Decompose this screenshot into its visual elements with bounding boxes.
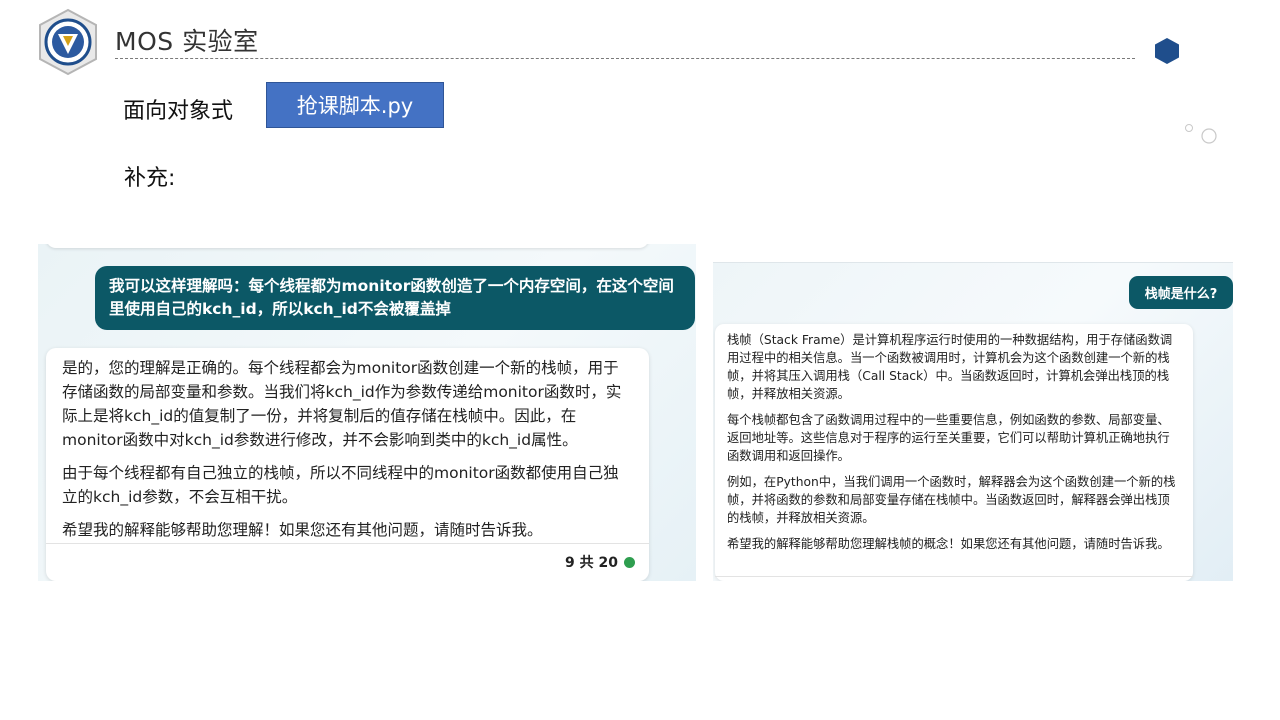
bot-message-bubble: 是的，您的理解是正确的。每个线程都会为monitor函数创建一个新的栈帧，用于存…: [46, 348, 649, 581]
right-chat-screenshot: 栈帧是什么? 栈帧（Stack Frame）是计算机程序运行时使用的一种数据结构…: [713, 262, 1233, 581]
bot-paragraph: 每个栈帧都包含了函数调用过程中的一些重要信息，例如函数的参数、局部变量、返回地址…: [727, 413, 1170, 463]
decorative-dots-icon: [1184, 122, 1220, 148]
object-oriented-label: 面向对象式: [123, 99, 234, 124]
script-file-button[interactable]: 抢课脚本.py: [266, 82, 444, 128]
bot-message-bubble: 栈帧（Stack Frame）是计算机程序运行时使用的一种数据结构，用于存储函数…: [715, 324, 1193, 581]
user-message-bubble: 我可以这样理解吗：每个线程都为monitor函数创造了一个内存空间，在这个空间里…: [95, 266, 695, 330]
message-footer: 9 共 20: [46, 543, 649, 581]
left-chat-screenshot: 我可以这样理解吗：每个线程都为monitor函数创造了一个内存空间，在这个空间里…: [38, 244, 696, 581]
supplement-label: 补充:: [124, 166, 176, 191]
lab-logo-icon: [36, 8, 100, 76]
top-divider: [713, 262, 1233, 263]
bubble-bottom-rule: [715, 576, 1193, 577]
page-title: MOS 实验室: [115, 27, 259, 56]
turn-counter: 9 共 20: [565, 554, 618, 571]
bot-paragraph: 希望我的解释能够帮助您理解栈帧的概念！如果您还有其他问题，请随时告诉我。: [727, 537, 1170, 551]
title-divider: [115, 58, 1135, 59]
previous-message-edge: [46, 244, 649, 248]
bot-paragraph: 例如，在Python中，当我们调用一个函数时，解释器会为这个函数创建一个新的栈帧…: [727, 475, 1176, 525]
bot-paragraph: 由于每个线程都有自己独立的栈帧，所以不同线程中的monitor函数都使用自己独立…: [62, 464, 619, 506]
hexagon-icon: [1152, 36, 1182, 66]
bot-paragraph: 是的，您的理解是正确的。每个线程都会为monitor函数创建一个新的栈帧，用于存…: [62, 359, 622, 449]
bot-paragraph: 希望我的解释能够帮助您理解！如果您还有其他问题，请随时告诉我。: [62, 521, 543, 539]
status-dot-icon: [624, 557, 635, 568]
bot-paragraph: 栈帧（Stack Frame）是计算机程序运行时使用的一种数据结构，用于存储函数…: [727, 333, 1173, 401]
user-message-bubble: 栈帧是什么?: [1129, 276, 1233, 309]
